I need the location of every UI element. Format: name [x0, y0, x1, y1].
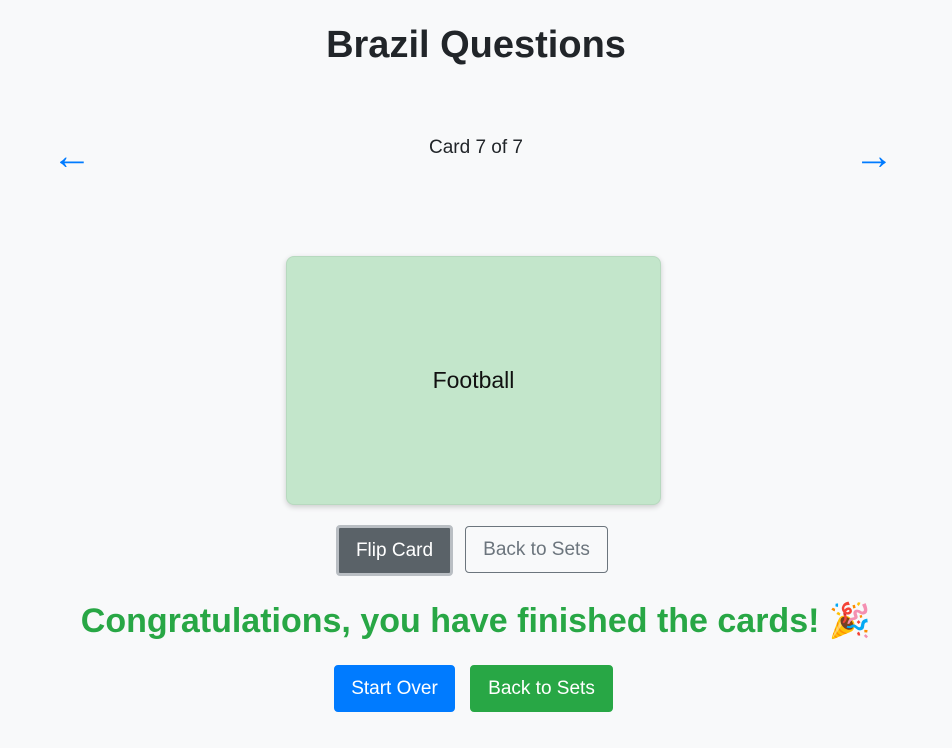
flashcard-text: Football	[432, 367, 515, 393]
card-counter: Card 7 of 7	[429, 137, 523, 158]
flip-card-button[interactable]: Flip Card	[336, 525, 453, 576]
flashcard-page: Brazil Questions ← Card 7 of 7 → Footbal…	[0, 0, 952, 748]
next-card-arrow-icon[interactable]: →	[854, 136, 894, 176]
back-to-sets-completion-button[interactable]: Back to Sets	[470, 665, 613, 712]
back-to-sets-button[interactable]: Back to Sets	[465, 526, 608, 573]
flashcard[interactable]: Football	[286, 256, 661, 505]
page-title: Brazil Questions	[326, 24, 626, 66]
start-over-button[interactable]: Start Over	[334, 665, 455, 712]
completion-message: Congratulations, you have finished the c…	[80, 602, 872, 640]
